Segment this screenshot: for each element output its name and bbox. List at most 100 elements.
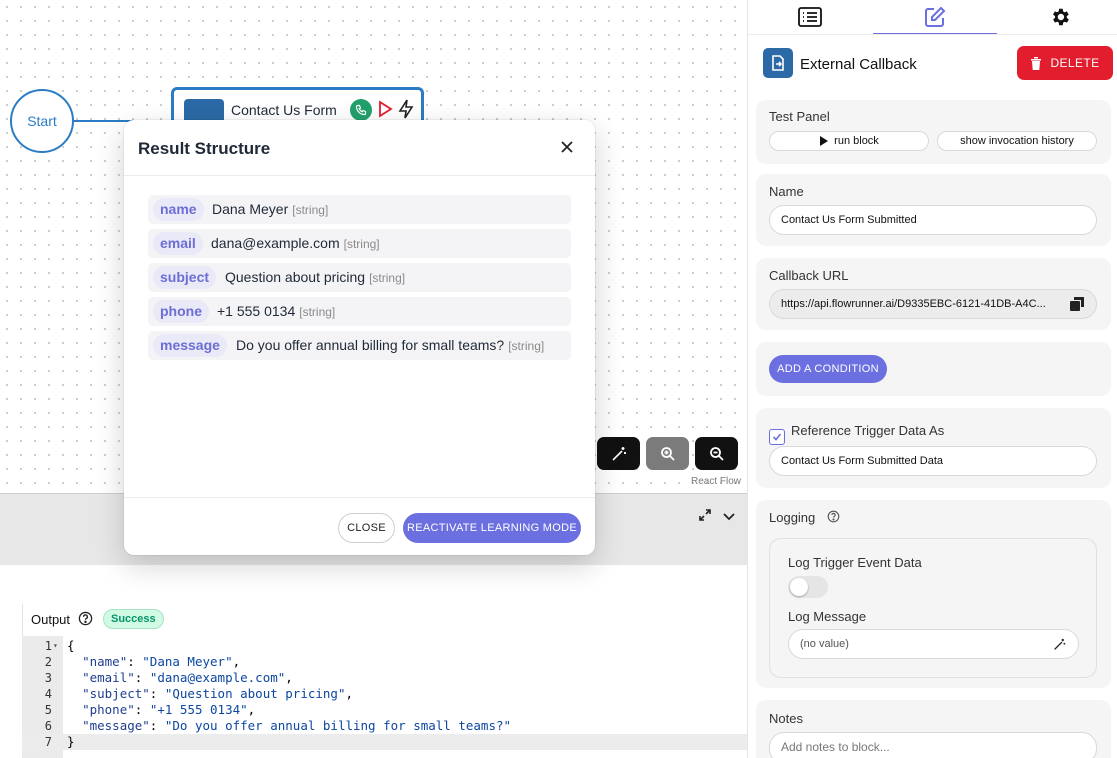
phone-icon[interactable] xyxy=(350,99,372,121)
line-number: 5 xyxy=(44,703,52,717)
line-number: 3 xyxy=(44,671,52,685)
block-settings-panel: External Callback DELETE Test Panel run … xyxy=(747,0,1117,758)
reference-checkbox[interactable] xyxy=(769,429,785,445)
result-value: dana@example.com xyxy=(211,235,340,251)
result-key: subject xyxy=(153,266,217,289)
modal-footer: CLOSE REACTIVATE LEARNING MODE xyxy=(124,497,595,555)
result-row: phone +1 555 0134 [string] xyxy=(148,297,571,326)
code-line: 1 ▾ { xyxy=(22,638,747,654)
react-flow-attribution[interactable]: React Flow xyxy=(691,476,741,487)
result-key: message xyxy=(153,334,227,357)
logging-label: Logging xyxy=(769,510,816,525)
json-value: "Dana Meyer" xyxy=(142,654,233,669)
list-icon xyxy=(798,7,822,27)
code-line: 4 "subject": "Question about pricing", xyxy=(22,686,747,702)
help-icon[interactable] xyxy=(827,510,840,528)
tab-edit[interactable] xyxy=(873,0,997,34)
output-header: Output Success xyxy=(22,604,747,636)
line-number: 4 xyxy=(44,687,52,701)
line-number: 2 xyxy=(44,655,52,669)
json-key: "name" xyxy=(82,654,128,669)
log-trigger-label: Log Trigger Event Data xyxy=(788,555,922,570)
copy-icon[interactable] xyxy=(1070,297,1084,316)
external-callback-icon xyxy=(763,48,793,78)
check-icon xyxy=(772,433,782,441)
close-icon[interactable] xyxy=(559,139,575,155)
delete-button[interactable]: DELETE xyxy=(1017,46,1113,80)
test-panel-label: Test Panel xyxy=(769,109,830,124)
magic-wand-icon[interactable] xyxy=(597,437,640,470)
zoom-in-icon[interactable] xyxy=(646,437,689,470)
result-structure-modal: Result Structure name Dana Meyer [string]… xyxy=(124,120,595,555)
result-row: message Do you offer annual billing for … xyxy=(148,331,571,360)
toggle-knob xyxy=(790,578,808,596)
result-row: name Dana Meyer [string] xyxy=(148,195,571,224)
code-line: 3 "email": "dana@example.com", xyxy=(22,670,747,686)
json-value: "+1 555 0134" xyxy=(149,702,248,717)
callback-url-section: Callback URL https://api.flowrunner.ai/D… xyxy=(756,258,1111,330)
play-icon xyxy=(820,136,829,146)
reference-section: Reference Trigger Data As Contact Us For… xyxy=(756,408,1111,488)
result-key: name xyxy=(153,198,204,221)
edit-icon xyxy=(925,6,946,27)
invocation-history-button[interactable]: show invocation history xyxy=(937,131,1097,151)
code-text: } xyxy=(67,734,75,749)
reactivate-learning-button[interactable]: REACTIVATE LEARNING MODE xyxy=(403,513,581,543)
callback-url-label: Callback URL xyxy=(769,268,849,283)
code-line: 6 "message": "Do you offer annual billin… xyxy=(22,718,747,734)
result-key: email xyxy=(153,232,203,255)
logging-section: Logging Log Trigger Event Data Log Messa… xyxy=(756,500,1111,688)
trash-icon xyxy=(1031,56,1042,70)
close-button[interactable]: CLOSE xyxy=(338,513,395,543)
result-value: Question about pricing xyxy=(225,269,366,285)
result-value: Dana Meyer xyxy=(212,201,289,217)
notes-input[interactable]: Add notes to block... xyxy=(769,732,1097,758)
line-number: 1 xyxy=(44,639,52,653)
fold-toggle-icon[interactable]: ▾ xyxy=(53,638,58,654)
modal-title: Result Structure xyxy=(138,139,271,158)
result-row: subject Question about pricing [string] xyxy=(148,263,571,292)
tab-settings[interactable] xyxy=(998,0,1117,34)
zoom-out-icon[interactable] xyxy=(695,437,738,470)
tab-list[interactable] xyxy=(748,0,872,34)
reference-input[interactable]: Contact Us Form Submitted Data xyxy=(769,446,1097,476)
logging-options-card: Log Trigger Event Data Log Message (no v… xyxy=(769,538,1097,678)
canvas-controls xyxy=(597,437,738,470)
code-line: 5 "phone": "+1 555 0134", xyxy=(22,702,747,718)
result-type: [string] xyxy=(508,339,545,353)
output-code-editor[interactable]: 1 ▾ { 2 "name": "Dana Meyer", 3 "email":… xyxy=(22,636,747,758)
callback-url-field[interactable]: https://api.flowrunner.ai/D9335EBC-6121-… xyxy=(769,289,1097,319)
code-text: { xyxy=(67,638,75,653)
log-trigger-toggle[interactable] xyxy=(788,576,828,598)
line-number: 6 xyxy=(44,719,52,733)
notes-section: Notes Add notes to block... xyxy=(756,700,1111,758)
expand-icon[interactable] xyxy=(698,508,712,527)
run-block-button[interactable]: run block xyxy=(769,131,929,151)
result-type: [string] xyxy=(369,271,406,285)
block-header: External Callback DELETE xyxy=(748,34,1117,94)
log-message-input[interactable]: (no value) xyxy=(788,629,1079,659)
chevron-down-icon[interactable] xyxy=(722,509,736,528)
gear-icon xyxy=(1053,8,1069,26)
reference-label: Reference Trigger Data As xyxy=(791,423,945,438)
start-label: Start xyxy=(27,113,57,129)
name-input[interactable]: Contact Us Form Submitted xyxy=(769,205,1097,235)
result-value: +1 555 0134 xyxy=(217,303,296,319)
magic-wand-icon[interactable] xyxy=(1053,638,1066,656)
run-block-label: run block xyxy=(834,135,879,147)
modal-header: Result Structure xyxy=(124,120,595,176)
notes-label: Notes xyxy=(769,711,803,726)
log-message-label: Log Message xyxy=(788,609,867,624)
json-value: "Question about pricing" xyxy=(164,686,346,701)
result-value: Do you offer annual billing for small te… xyxy=(236,337,505,353)
help-icon[interactable] xyxy=(78,611,93,631)
start-node[interactable]: Start xyxy=(10,89,74,153)
line-number: 7 xyxy=(44,735,52,749)
json-key: "message" xyxy=(82,718,150,733)
result-type: [string] xyxy=(299,305,336,319)
node-title: Contact Us Form xyxy=(231,102,337,118)
json-key: "subject" xyxy=(82,686,150,701)
condition-section: ADD A CONDITION xyxy=(756,342,1111,396)
add-condition-button[interactable]: ADD A CONDITION xyxy=(769,355,887,383)
json-value: "Do you offer annual billing for small t… xyxy=(164,718,512,733)
